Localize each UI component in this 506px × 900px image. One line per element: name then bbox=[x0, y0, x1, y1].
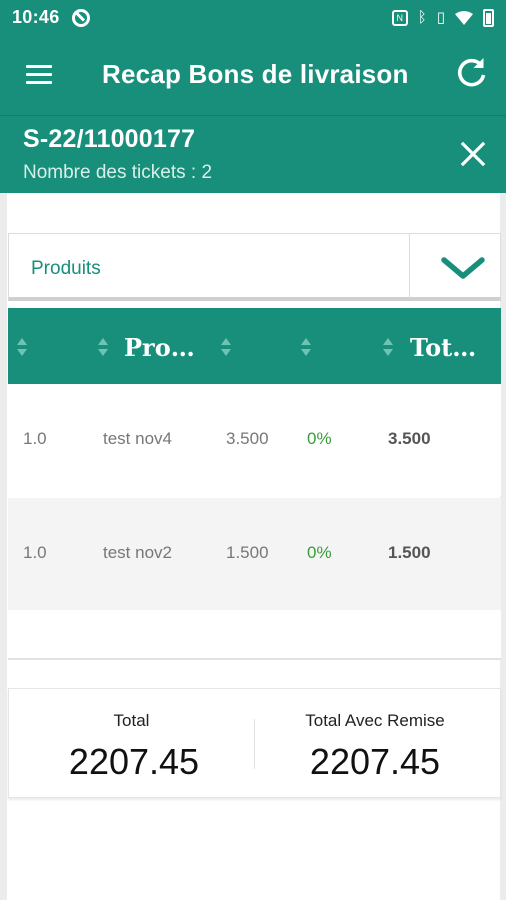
category-select[interactable]: Produits bbox=[8, 233, 501, 301]
sort-icon[interactable] bbox=[300, 337, 312, 357]
table-row[interactable]: 1.0 test nov4 3.500 0% 3.500 bbox=[8, 384, 501, 496]
cell-discount: 0% bbox=[307, 429, 332, 448]
table-header: Pro… Tot… bbox=[8, 308, 501, 384]
ticket-count: Nombre des tickets : 2 bbox=[23, 162, 213, 183]
cell-price: 3.500 bbox=[226, 429, 269, 448]
status-time: 10:46 bbox=[12, 7, 60, 27]
app-bar: Recap Bons de livraison bbox=[0, 35, 506, 115]
status-bar: 10:46 N ᛒ ▯ bbox=[0, 0, 506, 35]
bluetooth-icon: ᛒ bbox=[417, 9, 427, 26]
vibrate-icon: ▯ bbox=[436, 9, 445, 26]
app-title: Recap Bons de livraison bbox=[102, 59, 409, 89]
cell-discount: 0% bbox=[307, 543, 332, 562]
sort-icon[interactable] bbox=[16, 337, 28, 357]
totals-card: Total 2207.45 Total Avec Remise 2207.45 bbox=[8, 688, 501, 798]
total-discount-value: 2207.45 bbox=[309, 741, 441, 782]
battery-icon bbox=[483, 8, 494, 27]
cell-quantity: 1.0 bbox=[23, 429, 47, 448]
sort-icon[interactable] bbox=[220, 337, 232, 357]
cell-price: 1.500 bbox=[226, 543, 269, 562]
category-select-value: Produits bbox=[31, 258, 101, 279]
cell-product: test nov2 bbox=[103, 543, 172, 562]
nfc-icon: N bbox=[391, 9, 408, 26]
column-header-product[interactable]: Pro… bbox=[124, 333, 195, 362]
close-icon[interactable] bbox=[458, 139, 488, 169]
total-value: 2207.45 bbox=[68, 741, 200, 782]
chevron-down-icon[interactable] bbox=[439, 254, 487, 282]
total-label: Total bbox=[113, 711, 150, 730]
cell-total: 1.500 bbox=[388, 543, 431, 562]
select-divider bbox=[409, 234, 410, 298]
cell-quantity: 1.0 bbox=[23, 543, 47, 562]
sort-icon[interactable] bbox=[97, 337, 109, 357]
total-discount-label: Total Avec Remise bbox=[305, 711, 445, 730]
menu-icon[interactable] bbox=[26, 65, 52, 85]
cell-product: test nov4 bbox=[103, 429, 172, 448]
status-icons: N ᛒ ▯ bbox=[391, 8, 494, 27]
wifi-icon bbox=[455, 10, 473, 25]
column-header-total[interactable]: Tot… bbox=[410, 333, 476, 362]
table-footer-spacer bbox=[8, 610, 501, 660]
refresh-icon[interactable] bbox=[452, 53, 492, 93]
document-header: S-22/11000177 Nombre des tickets : 2 bbox=[0, 115, 506, 193]
cell-total: 3.500 bbox=[388, 429, 431, 448]
sort-icon[interactable] bbox=[382, 337, 394, 357]
sync-icon bbox=[71, 8, 90, 27]
table-row[interactable]: 1.0 test nov2 1.500 0% 1.500 bbox=[8, 498, 501, 610]
document-number: S-22/11000177 bbox=[23, 125, 196, 153]
